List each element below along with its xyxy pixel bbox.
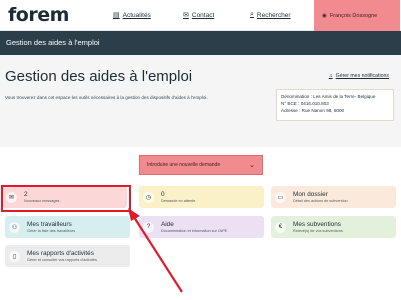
annotation-arrow xyxy=(128,208,183,293)
